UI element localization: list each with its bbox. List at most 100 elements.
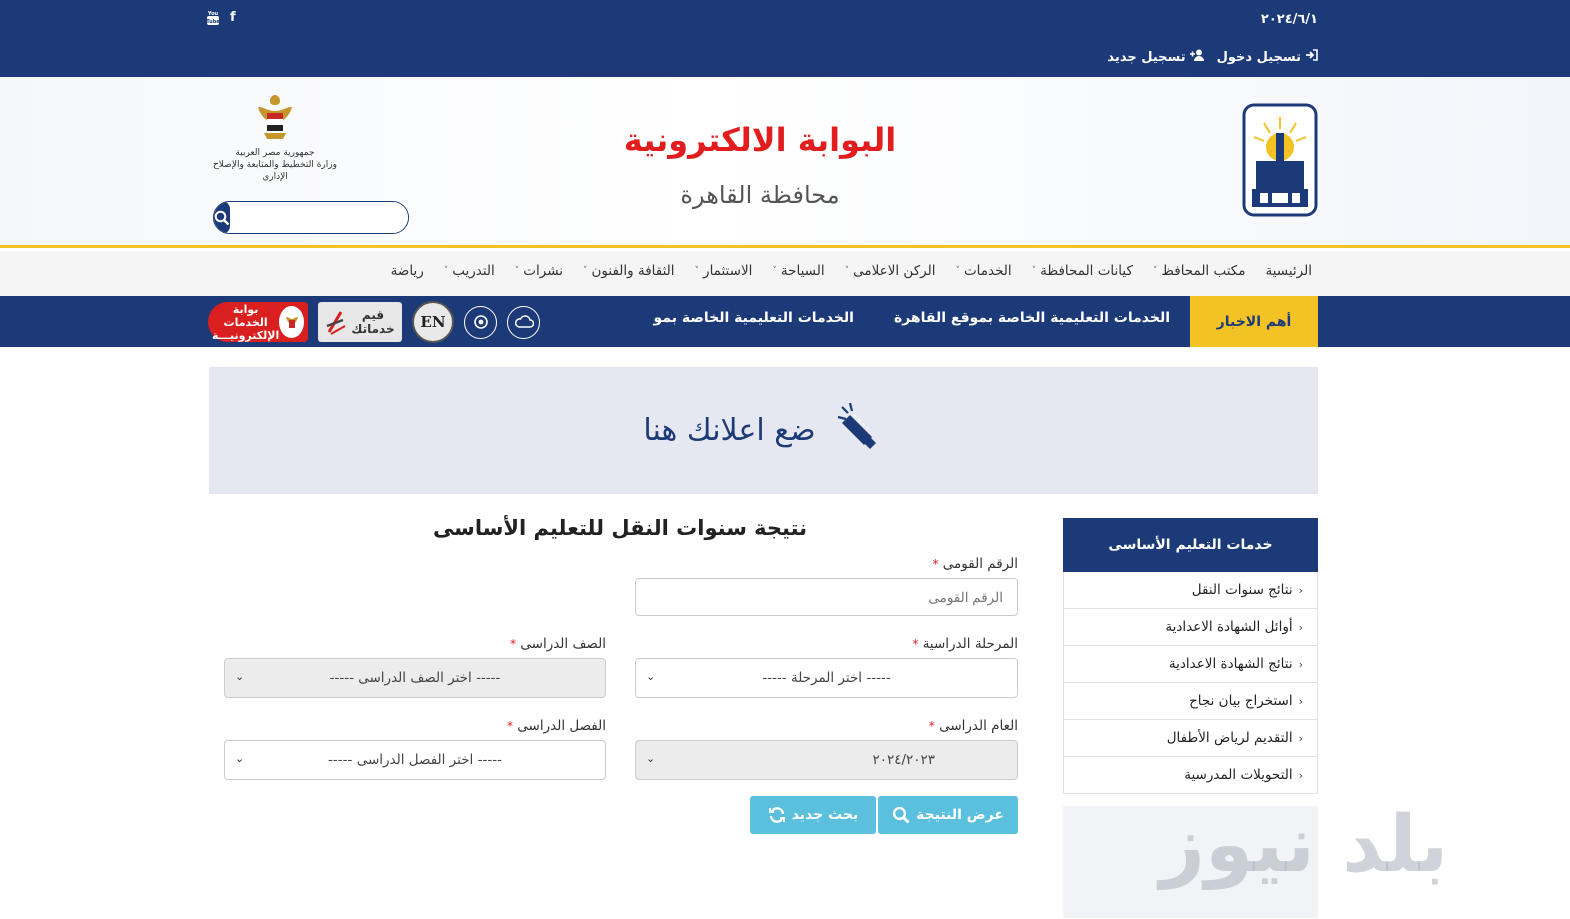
stage-label-text: المرحلة الدراسية bbox=[922, 636, 1018, 652]
nav-item[interactable]: الاستثمار ˅ bbox=[695, 263, 753, 279]
login-label: تسجيل دخول bbox=[1216, 49, 1301, 65]
required-mark: * bbox=[932, 557, 939, 571]
nav-item[interactable]: الخدمات ˅ bbox=[955, 263, 1011, 279]
chevron-left-icon: ‹ bbox=[1298, 583, 1303, 597]
new-search-button[interactable]: بحث جديد bbox=[750, 796, 876, 834]
facebook-icon[interactable]: f bbox=[230, 10, 236, 30]
youtube-icon[interactable]: You Tube bbox=[206, 10, 220, 30]
egov-label-1: بوابة الخدمات bbox=[223, 302, 268, 329]
weather-icon[interactable] bbox=[507, 305, 540, 339]
sidebar-item[interactable]: ‹ نتائج الشهادة الاعدادية bbox=[1063, 646, 1318, 683]
nav-item-label: التدريب bbox=[452, 263, 495, 279]
sidebar-item-label: أوائل الشهادة الاعدادية bbox=[1165, 619, 1293, 635]
stage-select[interactable]: ----- اختر المرحلة ----- ⌄ bbox=[635, 658, 1018, 698]
current-date: ٢٠٢٤/٦/١ bbox=[1260, 12, 1318, 27]
sidebar-title: خدمات التعليم الأساسى bbox=[1063, 518, 1318, 572]
sidebar-item[interactable]: ‹ استخراج بيان نجاح bbox=[1063, 683, 1318, 720]
eagle-icon bbox=[279, 306, 304, 338]
news-item[interactable]: الخدمات التعليمية الخاصة بمو bbox=[654, 310, 854, 326]
sidebar-item[interactable]: ‹ أوائل الشهادة الاعدادية bbox=[1063, 609, 1318, 646]
rate-label-2: خدماتك bbox=[351, 322, 395, 336]
nav-item-label: الرئيسية bbox=[1265, 263, 1313, 279]
sidebar-widget bbox=[1063, 806, 1318, 918]
chevron-left-icon: ‹ bbox=[1298, 731, 1303, 745]
top-bar: ٢٠٢٤/٦/١ تسجيل دخول تسجيل جديد f You Tube bbox=[0, 0, 1570, 77]
social-links: f You Tube bbox=[206, 10, 236, 30]
year-select-value: ٢٠٢٤/٢٠٢٣ bbox=[872, 752, 935, 768]
nav-item[interactable]: الرئيسية bbox=[1266, 263, 1313, 279]
cairo-governorate-logo[interactable] bbox=[1242, 103, 1318, 217]
nav-item[interactable]: السياحة ˅ bbox=[772, 263, 824, 279]
search-button[interactable] bbox=[214, 202, 230, 233]
nav-item[interactable]: كيانات المحافظة ˅ bbox=[1032, 263, 1133, 279]
chevron-left-icon: ‹ bbox=[1298, 768, 1303, 782]
nav-item-label: الركن الاعلامى bbox=[853, 263, 936, 279]
register-label: تسجيل جديد bbox=[1107, 49, 1186, 65]
accessibility-icon[interactable] bbox=[464, 305, 497, 339]
search-input[interactable] bbox=[230, 202, 408, 233]
quick-links: بوابة الخدمات الإلكترونيـــة قيم خدماتك … bbox=[208, 301, 540, 343]
chevron-down-icon: ˅ bbox=[844, 266, 850, 276]
nav-item[interactable]: الثقافة والفنون ˅ bbox=[583, 263, 675, 279]
auth-links: تسجيل دخول تسجيل جديد bbox=[1107, 49, 1318, 65]
search-icon bbox=[214, 210, 230, 225]
refresh-icon bbox=[768, 807, 785, 823]
grade-label-text: الصف الدراسى bbox=[520, 636, 606, 652]
sidebar-item-label: التحويلات المدرسية bbox=[1184, 767, 1293, 783]
nav-item-label: الاستثمار bbox=[703, 263, 753, 279]
svg-text:You: You bbox=[207, 11, 219, 17]
stage-select-value: ----- اختر المرحلة ----- bbox=[762, 670, 891, 686]
sidebar-item[interactable]: ‹ التحويلات المدرسية bbox=[1063, 757, 1318, 794]
register-link[interactable]: تسجيل جديد bbox=[1107, 49, 1204, 65]
sidebar-list: ‹ نتائج سنوات النقل ‹ أوائل الشهادة الاعداد… bbox=[1063, 572, 1318, 794]
nav-item[interactable]: الركن الاعلامى ˅ bbox=[845, 263, 936, 279]
national-id-input[interactable] bbox=[635, 578, 1018, 616]
chevron-down-icon: ˅ bbox=[443, 266, 449, 276]
form-title: نتيجة سنوات النقل للتعليم الأساسى bbox=[432, 516, 808, 540]
egov-services-badge[interactable]: بوابة الخدمات الإلكترونيـــة bbox=[208, 302, 308, 342]
sidebar-item[interactable]: ‹ نتائج سنوات النقل bbox=[1063, 572, 1318, 609]
chevron-down-icon: ˅ bbox=[514, 266, 520, 276]
news-bar: أهم الاخبار الخدمات التعليمية الخاصة بمو… bbox=[0, 296, 1570, 347]
rate-services-badge[interactable]: قيم خدماتك bbox=[318, 302, 402, 342]
show-result-button[interactable]: عرض النتيجة bbox=[878, 796, 1018, 834]
nav-item-label: رياضة bbox=[390, 263, 424, 279]
nav-item[interactable]: مكتب المحافظ ˅ bbox=[1153, 263, 1246, 279]
national-id-label: الرقم القومى * bbox=[933, 556, 1019, 572]
new-search-label: بحث جديد bbox=[791, 807, 859, 823]
rate-label-1: قيم bbox=[361, 308, 385, 322]
term-select[interactable]: ----- اختر الفصل الدراسى ----- ⌄ bbox=[224, 740, 606, 780]
chevron-down-icon: ˅ bbox=[1152, 266, 1158, 276]
egypt-emblem: جمهورية مصر العربية وزارة التخطيط والمتا… bbox=[210, 91, 340, 182]
chevron-left-icon: ‹ bbox=[1298, 657, 1303, 671]
search-icon bbox=[893, 806, 910, 824]
term-select-value: ----- اختر الفصل الدراسى ----- bbox=[328, 752, 502, 768]
sidebar-item[interactable]: ‹ التقديم لرياض الأطفال bbox=[1063, 720, 1318, 757]
english-language-button[interactable]: EN bbox=[412, 301, 454, 343]
nav-item[interactable]: نشرات ˅ bbox=[515, 263, 563, 279]
grade-select[interactable]: ----- اختر الصف الدراسى ----- ⌄ bbox=[224, 658, 606, 698]
megaphone-icon bbox=[836, 402, 884, 459]
login-link[interactable]: تسجيل دخول bbox=[1217, 49, 1318, 65]
news-item[interactable]: الخدمات التعليمية الخاصة بموقع القاهرة bbox=[894, 310, 1170, 326]
nav-item[interactable]: التدريب ˅ bbox=[444, 263, 495, 279]
chevron-left-icon: ‹ bbox=[1298, 694, 1303, 708]
svg-text:Tube: Tube bbox=[206, 19, 220, 25]
rate-icon bbox=[326, 311, 346, 335]
nav-item-label: مكتب المحافظ bbox=[1161, 263, 1246, 279]
news-label: أهم الاخبار bbox=[1190, 296, 1318, 347]
sidebar-item-label: استخراج بيان نجاح bbox=[1189, 693, 1293, 709]
chevron-left-icon: ‹ bbox=[1298, 620, 1303, 634]
nav-item[interactable]: رياضة bbox=[391, 263, 424, 279]
ad-text: ضع اعلانك هنا bbox=[643, 413, 816, 448]
nav-item-label: السياحة bbox=[780, 263, 825, 279]
grade-label: الصف الدراسى * bbox=[510, 636, 606, 652]
nav-list: الرئيسية مكتب المحافظ ˅ كيانات المحافظة ˅ الخ… bbox=[391, 263, 1312, 279]
year-select[interactable]: ٢٠٢٤/٢٠٢٣ ⌄ bbox=[635, 740, 1018, 780]
nav-item-label: الثقافة والفنون bbox=[591, 263, 675, 279]
nav-item-label: نشرات bbox=[523, 263, 563, 279]
stage-label: المرحلة الدراسية * bbox=[912, 636, 1018, 652]
chevron-down-icon: ˅ bbox=[955, 266, 960, 276]
year-label-text: العام الدراسى bbox=[939, 718, 1018, 734]
ad-banner[interactable]: ضع اعلانك هنا bbox=[209, 367, 1318, 494]
